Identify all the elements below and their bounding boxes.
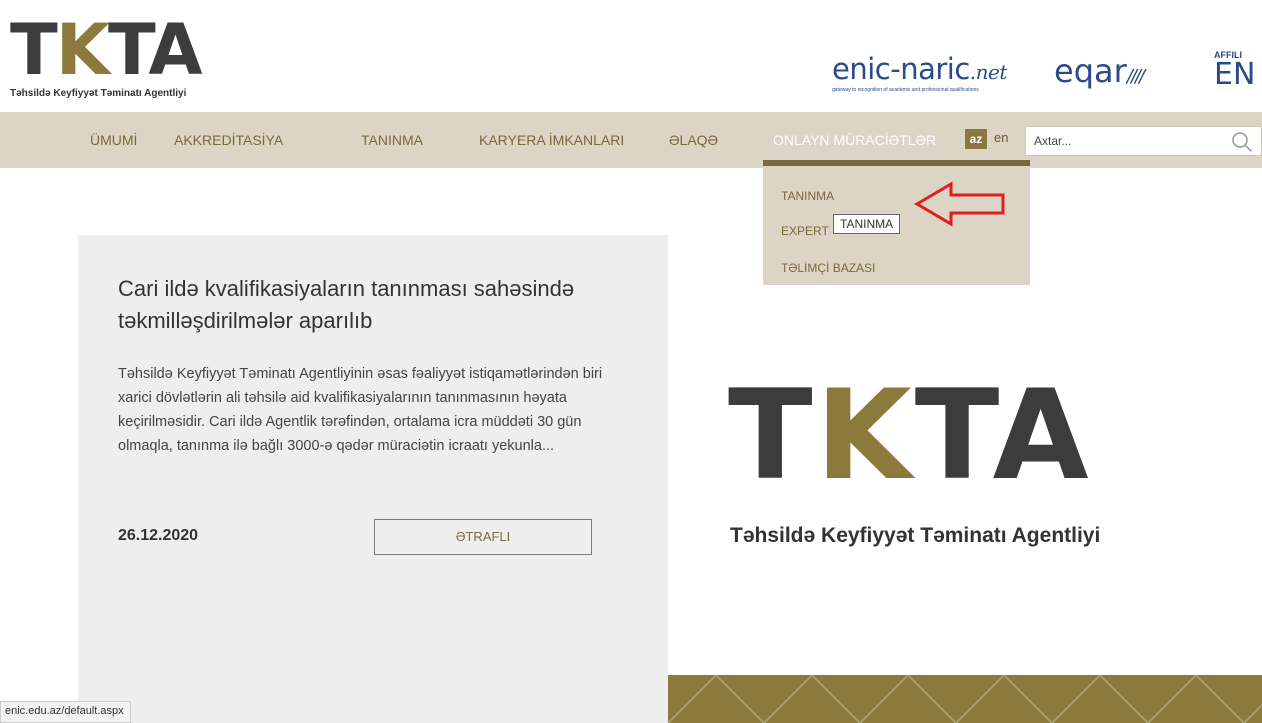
site-header: TKTA Təhsildə Keyfiyyət Təminatı Agentli… — [0, 0, 1262, 112]
search-icon[interactable] — [1231, 131, 1253, 153]
search-box — [1025, 126, 1262, 156]
news-date: 26.12.2020 — [118, 527, 199, 544]
enic-naric-tagline: gateway to recognition of academic and p… — [832, 87, 979, 93]
hero-logo-letters: TKTA — [728, 372, 1092, 500]
hero-logo-letter-k: K — [815, 364, 915, 508]
search-input[interactable] — [1034, 127, 1214, 155]
affiliate-big-text: EN — [1214, 57, 1256, 90]
nav-item-umumi[interactable]: ÜMUMİ — [90, 132, 137, 148]
enqa-affiliate-logo[interactable]: AFFILI EN — [1214, 50, 1262, 90]
logo-letter-k: K — [55, 9, 110, 91]
dropdown-item-taninma[interactable]: TANINMA — [781, 189, 834, 203]
hero-logo-letter-t: T — [728, 364, 816, 508]
enic-naric-name: enic-naric.net — [832, 52, 1027, 86]
lang-en-button[interactable]: en — [994, 130, 1008, 145]
eqar-logo[interactable]: eqar//// — [1054, 52, 1145, 90]
main-nav: ÜMUMİ AKKREDİTASİYA TANINMA KARYERA İMKA… — [0, 112, 1262, 168]
hero-logo-tagline: Təhsildə Keyfiyyət Təminatı Agentliyi — [730, 524, 1101, 547]
eqar-name: eqar — [1054, 52, 1127, 90]
site-logo[interactable]: TKTA Təhsildə Keyfiyyət Təminatı Agentli… — [10, 12, 235, 102]
hero-logo: TKTA Təhsildə Keyfiyyət Təminatı Agentli… — [728, 372, 1218, 572]
page: TKTA Təhsildə Keyfiyyət Təminatı Agentli… — [0, 0, 1262, 723]
dropdown-item-telimci-bazasi[interactable]: TƏLİMÇİ BAZASI — [781, 261, 875, 275]
dropdown-item-expert[interactable]: EXPERT — [781, 224, 829, 238]
enic-naric-name-text: enic-naric — [832, 52, 970, 86]
browser-status-url: enic.edu.az/default.aspx — [0, 701, 131, 723]
enic-naric-suffix: .net — [969, 60, 1008, 84]
logo-tagline: Təhsildə Keyfiyyət Təminatı Agentliyi — [10, 88, 187, 99]
nav-item-elaqe[interactable]: ƏLAQƏ — [669, 132, 718, 148]
enic-naric-logo[interactable]: enic-naric.net gateway to recognition of… — [832, 52, 1027, 102]
logo-letter-t: T — [10, 9, 58, 91]
eqar-stripes: //// — [1126, 66, 1145, 87]
red-arrow-annotation-icon — [914, 181, 1005, 227]
logo-letters-ta: TA — [108, 9, 202, 91]
link-tooltip: TANINMA — [833, 214, 901, 234]
nav-item-onlayn-muracietler[interactable]: ONLAYN MÜRACİƏTLƏR — [773, 132, 936, 148]
news-excerpt: Təhsildə Keyfiyyət Təminatı Agentliyinin… — [118, 366, 603, 454]
news-title[interactable]: Cari ildə kvalifikasiyaların tanınması s… — [118, 273, 638, 337]
decorative-gold-band — [668, 675, 1262, 723]
hero-logo-letters-ta: TA — [914, 364, 1092, 508]
read-more-button[interactable]: ƏTRAFLI — [374, 519, 592, 555]
news-card: Cari ildə kvalifikasiyaların tanınması s… — [78, 235, 668, 723]
logo-letters: TKTA — [10, 9, 202, 91]
nav-item-karyera[interactable]: KARYERA İMKANLARI — [479, 132, 624, 148]
nav-item-akkreditasiya[interactable]: AKKREDİTASİYA — [174, 132, 283, 148]
nav-item-taninma[interactable]: TANINMA — [361, 132, 423, 148]
band-pattern — [668, 675, 1262, 723]
lang-az-button[interactable]: az — [965, 129, 987, 149]
